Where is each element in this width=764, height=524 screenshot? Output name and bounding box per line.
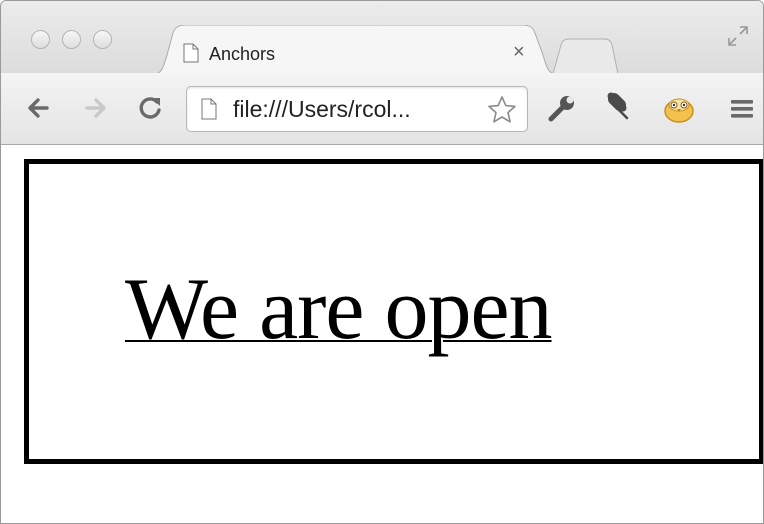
minimize-window-button[interactable] <box>62 30 81 49</box>
address-bar[interactable]: file:///Users/rcol... <box>186 86 528 132</box>
we-are-open-link[interactable]: We are open <box>125 264 553 356</box>
tab-strip: Anchors × <box>1 1 763 75</box>
tab-close-icon[interactable]: × <box>513 41 525 63</box>
tab-anchors[interactable]: Anchors × <box>151 25 559 75</box>
browser-toolbar: file:///Users/rcol... <box>1 73 763 145</box>
menu-icon[interactable] <box>725 92 757 124</box>
forward-arrow-icon[interactable] <box>81 93 111 123</box>
bordered-box: We are open <box>24 159 763 464</box>
browser-window: Anchors × file:///Users/rcol... We are o… <box>0 0 764 524</box>
page-icon <box>201 98 217 120</box>
star-icon[interactable] <box>487 95 517 125</box>
zoom-window-button[interactable] <box>93 30 112 49</box>
wrench-icon[interactable] <box>546 92 578 124</box>
close-window-button[interactable] <box>31 30 50 49</box>
reload-icon[interactable] <box>135 93 165 123</box>
pin-icon[interactable] <box>601 92 633 124</box>
new-tab-button[interactable] <box>551 37 621 75</box>
fullscreen-icon[interactable] <box>727 25 749 47</box>
url-text[interactable]: file:///Users/rcol... <box>233 96 411 122</box>
back-arrow-icon[interactable] <box>23 93 53 123</box>
page-content: We are open <box>1 145 763 523</box>
owl-icon[interactable] <box>662 92 694 124</box>
tab-title: Anchors <box>209 44 276 64</box>
page-icon <box>183 43 199 63</box>
